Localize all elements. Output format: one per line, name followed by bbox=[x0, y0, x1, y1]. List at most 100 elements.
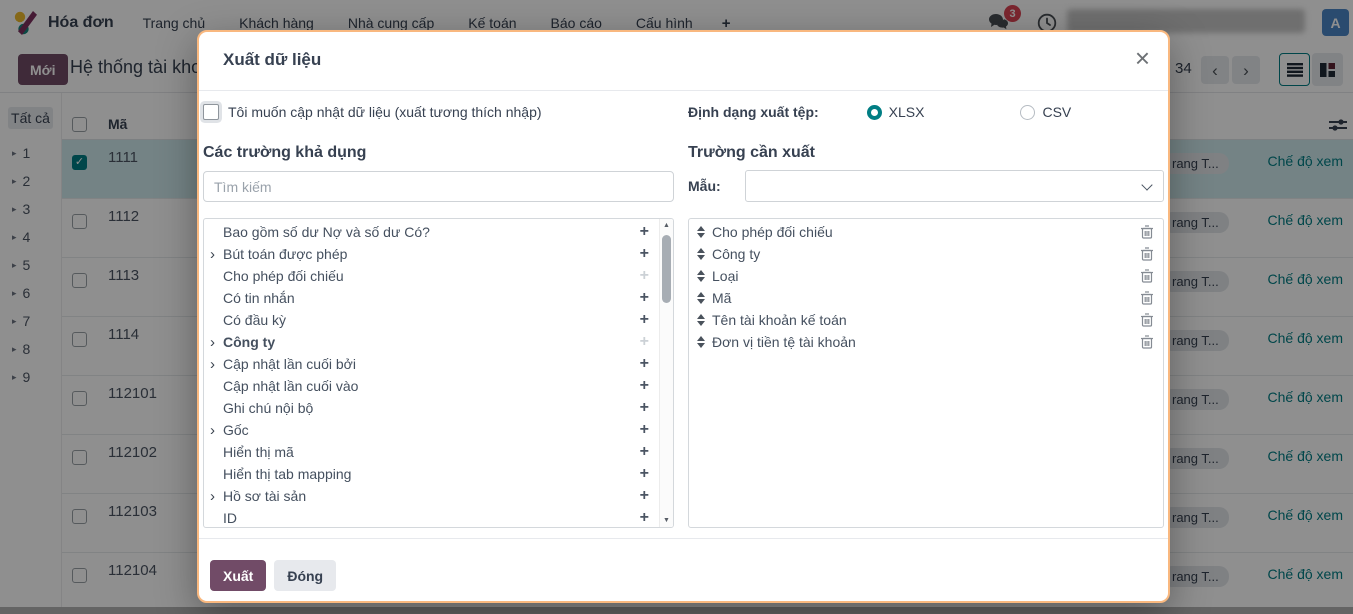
format-options: XLSX CSV bbox=[867, 104, 1072, 120]
available-field-row[interactable]: › Hồ sơ tài sản + bbox=[204, 485, 673, 507]
format-option-label: XLSX bbox=[889, 104, 925, 120]
available-fields-heading: Các trường khả dụng bbox=[203, 144, 366, 162]
available-field-row[interactable]: › Bao gồm số dư Nợ và số dư Có? + bbox=[204, 221, 673, 243]
available-field-row[interactable]: › Bút toán được phép + bbox=[204, 243, 673, 265]
expand-caret-icon[interactable]: › bbox=[210, 247, 223, 262]
available-field-row[interactable]: › Cập nhật lần cuối bởi + bbox=[204, 353, 673, 375]
compat-checkbox-label: Tôi muốn cập nhật dữ liệu (xuất tương th… bbox=[228, 104, 542, 120]
available-fields-list: › Bao gồm số dư Nợ và số dư Có? + › Bút … bbox=[203, 218, 674, 528]
add-field-icon[interactable]: + bbox=[640, 246, 649, 262]
remove-field-icon[interactable] bbox=[1141, 269, 1153, 283]
search-input[interactable] bbox=[203, 171, 674, 202]
add-field-icon[interactable]: + bbox=[640, 290, 649, 306]
add-field-icon[interactable]: + bbox=[640, 422, 649, 438]
fields-scrollbar[interactable]: ▲ ▼ bbox=[659, 219, 673, 527]
drag-handle-icon[interactable] bbox=[697, 226, 705, 238]
format-option-label: CSV bbox=[1042, 104, 1071, 120]
add-field-icon[interactable]: + bbox=[640, 334, 649, 350]
add-field-icon[interactable]: + bbox=[640, 378, 649, 394]
chevron-down-icon bbox=[1141, 179, 1152, 190]
export-field-row[interactable]: Tên tài khoản kế toán bbox=[689, 309, 1163, 331]
dialog-header: Xuất dữ liệu × bbox=[199, 32, 1168, 91]
field-label: Hiển thị tab mapping bbox=[223, 466, 640, 482]
format-label: Định dạng xuất tệp: bbox=[688, 104, 819, 120]
field-label: Cập nhật lần cuối vào bbox=[223, 378, 640, 394]
format-radio[interactable]: XLSX bbox=[867, 104, 925, 120]
scrollbar-thumb[interactable] bbox=[662, 235, 671, 303]
expand-caret-icon[interactable]: › bbox=[210, 489, 223, 504]
close-button[interactable]: Đóng bbox=[274, 560, 336, 591]
add-field-icon[interactable]: + bbox=[640, 224, 649, 240]
export-dialog: Xuất dữ liệu × Tôi muốn cập nhật dữ liệu… bbox=[197, 30, 1170, 603]
add-field-icon[interactable]: + bbox=[640, 312, 649, 328]
expand-caret-icon[interactable]: › bbox=[210, 335, 223, 350]
compat-checkbox-row[interactable]: Tôi muốn cập nhật dữ liệu (xuất tương th… bbox=[203, 104, 542, 120]
field-label: Hiển thị mã bbox=[223, 444, 640, 460]
drag-handle-icon[interactable] bbox=[697, 270, 705, 282]
available-field-row[interactable]: › ID + bbox=[204, 507, 673, 528]
add-field-icon[interactable]: + bbox=[640, 356, 649, 372]
export-field-label: Cho phép đối chiếu bbox=[712, 224, 1134, 240]
expand-caret-icon[interactable]: › bbox=[210, 357, 223, 372]
export-field-label: Đơn vị tiền tệ tài khoản bbox=[712, 334, 1134, 350]
export-button[interactable]: Xuất bbox=[210, 560, 266, 591]
available-field-row[interactable]: › Ghi chú nội bộ + bbox=[204, 397, 673, 419]
export-field-label: Công ty bbox=[712, 246, 1134, 262]
drag-handle-icon[interactable] bbox=[697, 314, 705, 326]
available-field-row[interactable]: › Công ty + bbox=[204, 331, 673, 353]
drag-handle-icon[interactable] bbox=[697, 248, 705, 260]
export-fields-list: Cho phép đối chiếu bbox=[688, 218, 1164, 528]
remove-field-icon[interactable] bbox=[1141, 291, 1153, 305]
radio-icon[interactable] bbox=[1020, 105, 1035, 120]
available-field-row[interactable]: › Hiển thị mã + bbox=[204, 441, 673, 463]
field-label: Cho phép đối chiếu bbox=[223, 268, 640, 284]
field-label: Có đầu kỳ bbox=[223, 312, 640, 328]
export-fields-heading: Trường cần xuất bbox=[688, 144, 815, 162]
remove-field-icon[interactable] bbox=[1141, 247, 1153, 261]
field-label: Có tin nhắn bbox=[223, 290, 640, 306]
available-field-row[interactable]: › Cho phép đối chiếu + bbox=[204, 265, 673, 287]
export-field-label: Loại bbox=[712, 268, 1134, 284]
export-field-row[interactable]: Mã bbox=[689, 287, 1163, 309]
export-field-label: Tên tài khoản kế toán bbox=[712, 312, 1134, 328]
export-field-row[interactable]: Công ty bbox=[689, 243, 1163, 265]
add-field-icon[interactable]: + bbox=[640, 444, 649, 460]
export-field-label: Mã bbox=[712, 290, 1134, 306]
export-format-row: Định dạng xuất tệp: XLSX CSV bbox=[688, 104, 1071, 120]
field-label: ID bbox=[223, 510, 640, 526]
add-field-icon[interactable]: + bbox=[640, 268, 649, 284]
remove-field-icon[interactable] bbox=[1141, 225, 1153, 239]
add-field-icon[interactable]: + bbox=[640, 510, 649, 526]
field-label: Hồ sơ tài sản bbox=[223, 488, 640, 504]
export-field-row[interactable]: Loại bbox=[689, 265, 1163, 287]
add-field-icon[interactable]: + bbox=[640, 488, 649, 504]
dialog-footer: Xuất Đóng bbox=[199, 538, 1168, 601]
available-field-row[interactable]: › Cập nhật lần cuối vào + bbox=[204, 375, 673, 397]
remove-field-icon[interactable] bbox=[1141, 335, 1153, 349]
template-select[interactable] bbox=[745, 170, 1164, 202]
available-field-row[interactable]: › Có đầu kỳ + bbox=[204, 309, 673, 331]
drag-handle-icon[interactable] bbox=[697, 292, 705, 304]
field-label: Bút toán được phép bbox=[223, 246, 640, 262]
expand-caret-icon[interactable]: › bbox=[210, 423, 223, 438]
add-field-icon[interactable]: + bbox=[640, 466, 649, 482]
add-field-icon[interactable]: + bbox=[640, 400, 649, 416]
field-label: Gốc bbox=[223, 422, 640, 438]
scroll-down-icon[interactable]: ▼ bbox=[660, 517, 673, 524]
radio-icon[interactable] bbox=[867, 105, 882, 120]
screen: Hóa đơn Trang chủKhách hàngNhà cung cấpK… bbox=[0, 0, 1353, 614]
export-field-row[interactable]: Đơn vị tiền tệ tài khoản bbox=[689, 331, 1163, 353]
field-label: Ghi chú nội bộ bbox=[223, 400, 640, 416]
drag-handle-icon[interactable] bbox=[697, 336, 705, 348]
close-icon[interactable]: × bbox=[1135, 45, 1150, 71]
format-radio[interactable]: CSV bbox=[1020, 104, 1071, 120]
scroll-up-icon[interactable]: ▲ bbox=[660, 222, 673, 229]
available-field-row[interactable]: › Hiển thị tab mapping + bbox=[204, 463, 673, 485]
available-field-row[interactable]: › Có tin nhắn + bbox=[204, 287, 673, 309]
field-label: Cập nhật lần cuối bởi bbox=[223, 356, 640, 372]
available-field-row[interactable]: › Gốc + bbox=[204, 419, 673, 441]
remove-field-icon[interactable] bbox=[1141, 313, 1153, 327]
compat-checkbox[interactable] bbox=[203, 104, 219, 120]
field-label: Công ty bbox=[223, 334, 640, 350]
export-field-row[interactable]: Cho phép đối chiếu bbox=[689, 221, 1163, 243]
